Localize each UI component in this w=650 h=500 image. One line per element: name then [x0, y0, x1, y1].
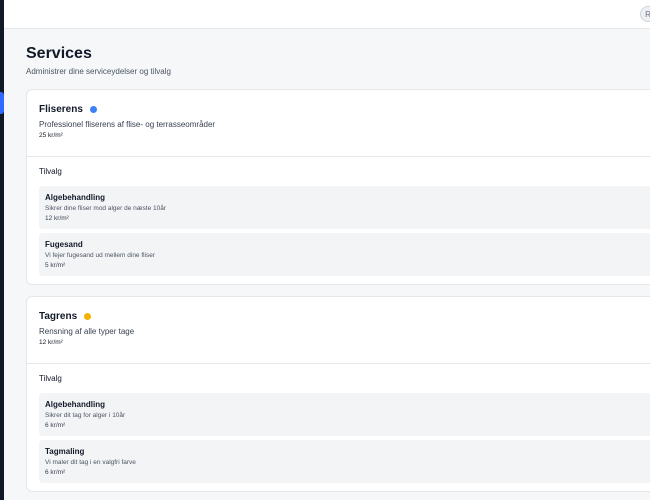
- addon-title: Algebehandling: [45, 193, 105, 202]
- page-subtitle: Administrer dine serviceydelser og tilva…: [26, 67, 171, 76]
- addon-description: Vi fejer fugesand ud mellem dine fliser: [45, 252, 156, 259]
- service-price: 12 kr/m²: [39, 339, 63, 346]
- addons-label: Tilvalg: [39, 374, 62, 383]
- service-title-row: Tagrens: [39, 311, 643, 322]
- addon-description: Sikrer dit tag for alger i 10år: [45, 412, 126, 419]
- addon-title: Tagmaling: [45, 447, 85, 456]
- page-header: Services Administrer dine serviceydelser…: [26, 44, 171, 76]
- service-card-header: Tagrens Rensning af alle typer tage 12 k…: [27, 297, 650, 363]
- avatar[interactable]: R: [640, 6, 650, 22]
- addon-item[interactable]: Fugesand Vi fejer fugesand ud mellem din…: [39, 233, 650, 276]
- addon-price: 6 kr/m²: [45, 469, 66, 476]
- status-dot-icon: [89, 106, 97, 113]
- addons-label: Tilvalg: [39, 167, 62, 176]
- service-card-header: Fliserens Professionel fliserens af flis…: [27, 90, 650, 156]
- service-card-tagrens[interactable]: Tagrens Rensning af alle typer tage 12 k…: [26, 296, 650, 492]
- addon-price: 5 kr/m²: [45, 262, 66, 269]
- addon-price: 6 kr/m²: [45, 422, 66, 429]
- status-dot-icon: [84, 313, 92, 320]
- service-title-row: Fliserens: [39, 104, 643, 115]
- addon-title: Algebehandling: [45, 400, 105, 409]
- topbar: R: [4, 0, 650, 29]
- avatar-initial: R: [645, 9, 650, 19]
- sidebar-active-indicator[interactable]: [0, 92, 4, 114]
- service-card-fliserens[interactable]: Fliserens Professionel fliserens af flis…: [26, 89, 650, 285]
- addon-description: Vi maler dit tag i en valgfri farve: [45, 459, 136, 466]
- addon-item[interactable]: Algebehandling Sikrer dit tag for alger …: [39, 393, 650, 436]
- addon-description: Sikrer dine fliser mod alger de næste 10…: [45, 205, 167, 212]
- page-title: Services: [26, 45, 92, 62]
- service-description: Rensning af alle typer tage: [39, 327, 135, 336]
- addon-item[interactable]: Tagmaling Vi maler dit tag i en valgfri …: [39, 440, 650, 483]
- addon-item[interactable]: Algebehandling Sikrer dine fliser mod al…: [39, 186, 650, 229]
- addon-title: Fugesand: [45, 240, 83, 249]
- service-title: Fliserens: [39, 104, 83, 115]
- service-price: 25 kr/m²: [39, 132, 63, 139]
- service-title: Tagrens: [39, 311, 78, 322]
- service-description: Professionel fliserens af flise- og terr…: [39, 120, 216, 129]
- addon-price: 12 kr/m²: [45, 215, 69, 222]
- sidebar: [0, 0, 4, 500]
